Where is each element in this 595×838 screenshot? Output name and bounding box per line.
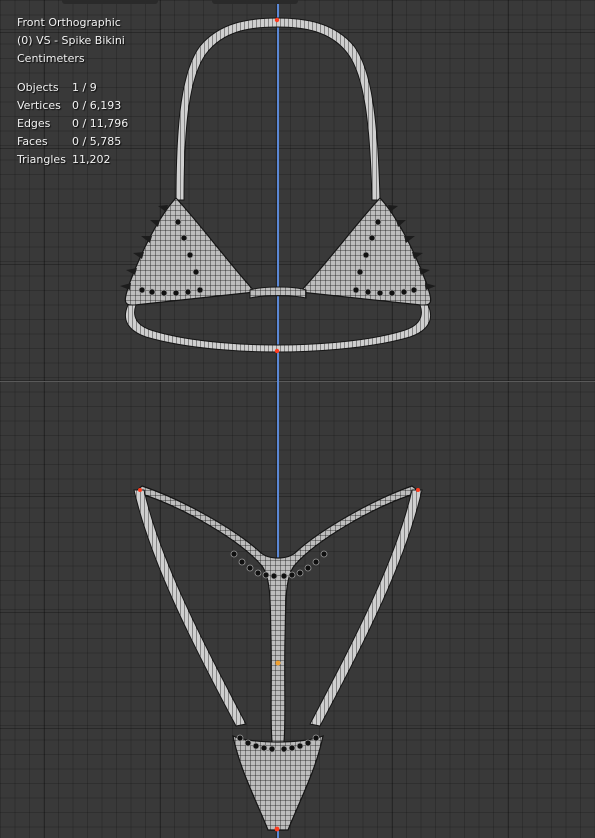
stat-row-faces: Faces 0 / 5,785: [17, 133, 128, 151]
units-label: Centimeters: [17, 52, 85, 65]
stat-value: 0 / 6,193: [72, 99, 122, 112]
stat-value: 0 / 11,796: [72, 117, 129, 130]
under-band: [124, 304, 432, 353]
viewport-info-overlay: Front Orthographic (0) VS - Spike Bikini…: [17, 14, 128, 169]
top-center-band: [249, 286, 307, 299]
stat-label: Edges: [17, 117, 51, 130]
stat-value: 1 / 9: [72, 81, 97, 94]
stat-row-edges: Edges 0 / 11,796: [17, 115, 128, 133]
object-origin[interactable]: [275, 660, 281, 666]
stat-value: 11,202: [72, 153, 111, 166]
view-name: Front Orthographic: [17, 16, 121, 29]
stat-label: Vertices: [17, 99, 61, 112]
stat-label: Faces: [17, 135, 48, 148]
stat-label: Objects: [17, 81, 59, 94]
stat-row-objects: Objects 1 / 9: [17, 79, 128, 97]
halter-strap: [175, 17, 381, 201]
stat-row-triangles: Triangles 11,202: [17, 151, 128, 169]
3d-viewport[interactable]: Front Orthographic (0) VS - Spike Bikini…: [0, 0, 595, 838]
stat-label: Triangles: [17, 153, 66, 166]
collection-label: (0) VS - Spike Bikini: [17, 34, 125, 47]
bottom-back-pouch: [232, 734, 324, 831]
stat-value: 0 / 5,785: [72, 135, 122, 148]
scene-statistics: Objects 1 / 9 Vertices 0 / 6,193 Edges 0…: [17, 79, 128, 169]
stat-row-vertices: Vertices 0 / 6,193: [17, 97, 128, 115]
